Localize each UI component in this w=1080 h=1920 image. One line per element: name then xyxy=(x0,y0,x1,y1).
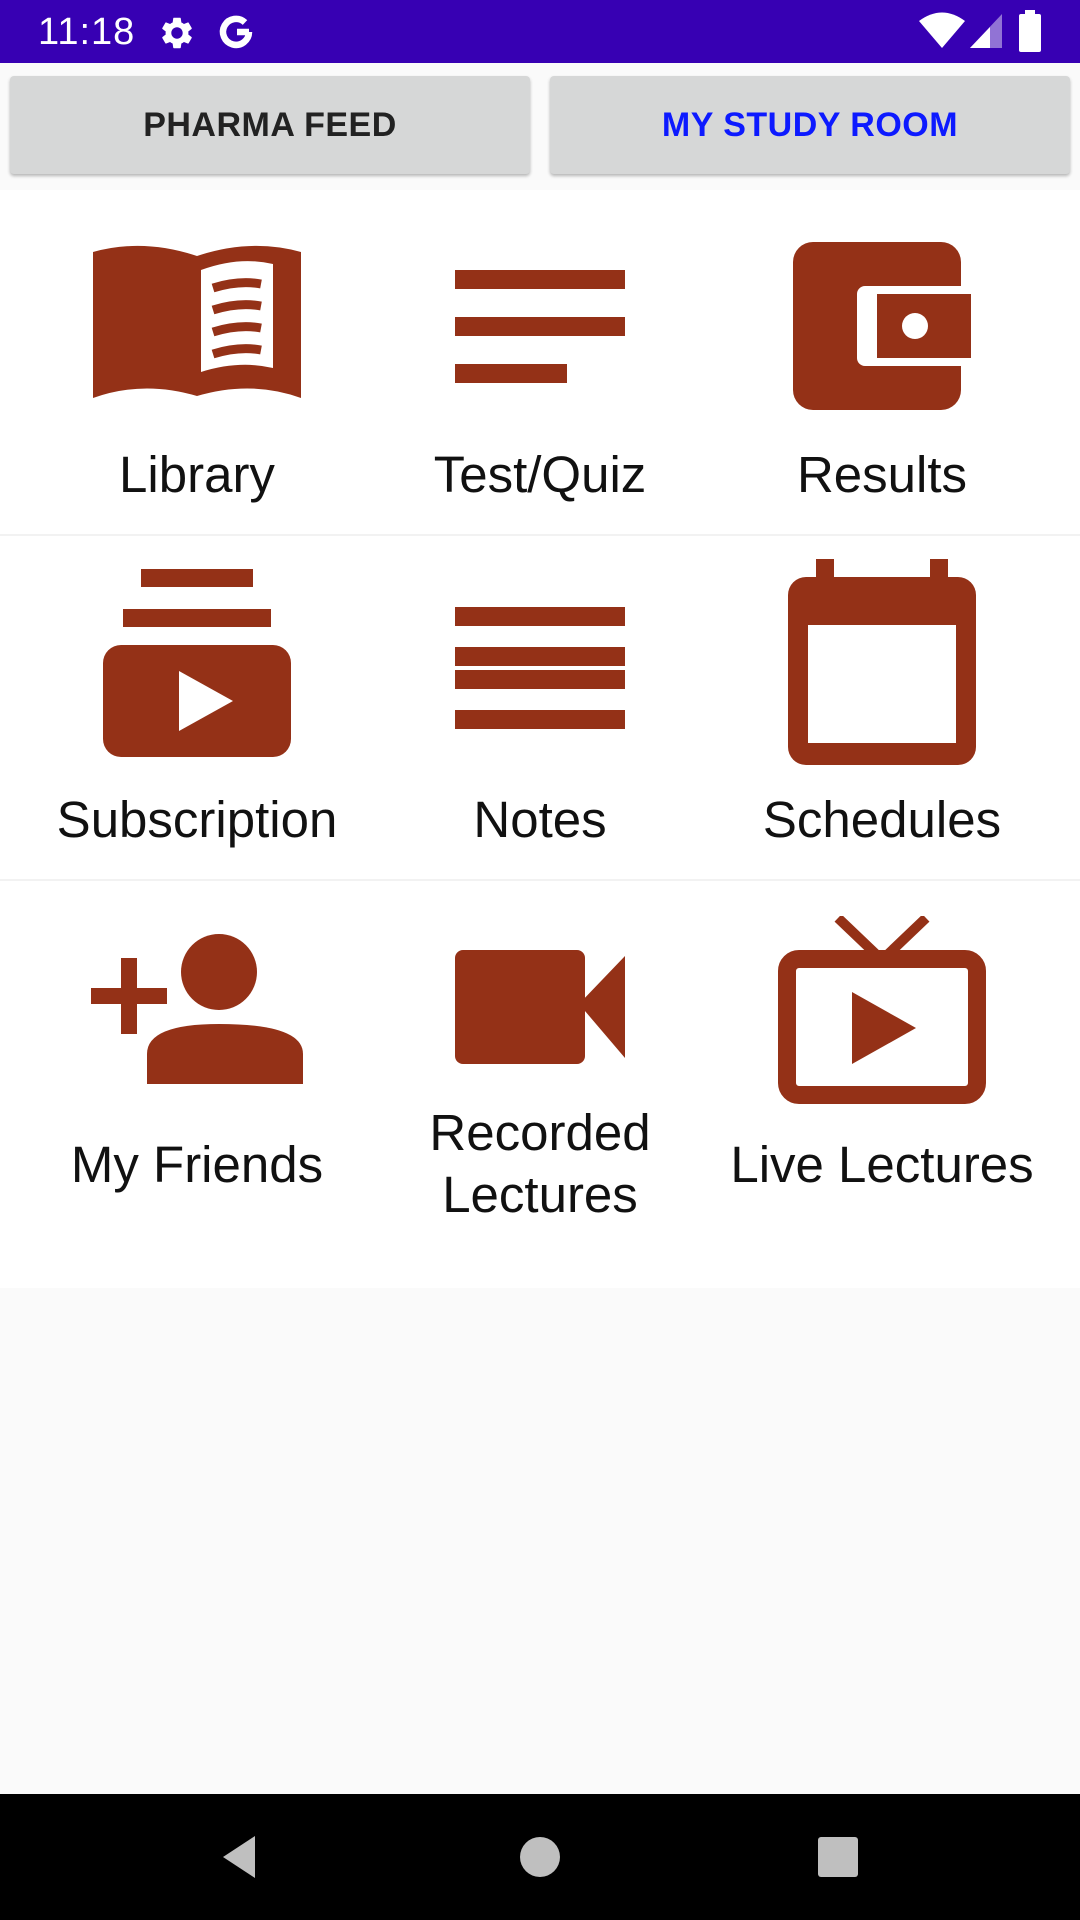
pharma-feed-button[interactable]: PHARMA FEED xyxy=(10,76,530,174)
schedules-tile[interactable]: Schedules xyxy=(711,535,1053,880)
my-study-room-button[interactable]: MY STUDY ROOM xyxy=(550,76,1070,174)
library-tile[interactable]: Library xyxy=(26,190,368,535)
tile-label: Test/Quiz xyxy=(433,446,647,503)
home-button[interactable] xyxy=(507,1824,573,1890)
tile-label: Notes xyxy=(473,791,607,848)
recents-button[interactable] xyxy=(805,1824,871,1890)
short-text-icon xyxy=(455,270,625,383)
tile-label: Recorded Lectures xyxy=(429,1104,651,1223)
back-button[interactable] xyxy=(207,1824,273,1890)
settings-icon xyxy=(162,17,192,49)
tile-label: Results xyxy=(796,446,968,503)
battery-icon xyxy=(1019,10,1041,52)
recorded-lectures-tile[interactable]: Recorded Lectures xyxy=(369,880,711,1288)
features-grid: Library Test/Quiz Results Subscription N… xyxy=(0,190,1080,1288)
notes-tile[interactable]: Notes xyxy=(369,535,711,880)
home-icon xyxy=(520,1837,560,1877)
live-tv-icon xyxy=(778,916,986,1104)
status-bar: 11:18 xyxy=(0,0,1080,63)
recents-icon xyxy=(818,1837,858,1877)
tile-label: Library xyxy=(119,446,275,503)
calendar-icon xyxy=(788,559,976,765)
results-tile[interactable]: Results xyxy=(711,190,1053,535)
back-icon xyxy=(223,1836,255,1878)
person-add-icon xyxy=(91,934,303,1084)
subscription-tile[interactable]: Subscription xyxy=(26,535,368,880)
grid-row: My Friends Recorded Lectures Live Lectur… xyxy=(0,880,1080,1288)
grid-row: Subscription Notes Schedules xyxy=(0,535,1080,880)
tile-label: My Friends xyxy=(70,1136,324,1193)
tile-label: Subscription xyxy=(56,791,338,848)
open-book-icon xyxy=(93,245,301,398)
navigation-bar xyxy=(0,1794,1080,1920)
status-time: 11:18 xyxy=(38,11,136,53)
my-friends-tile[interactable]: My Friends xyxy=(26,880,368,1288)
test-quiz-tile[interactable]: Test/Quiz xyxy=(369,190,711,535)
subscriptions-icon xyxy=(103,569,291,757)
grid-row: Library Test/Quiz Results xyxy=(0,190,1080,535)
live-lectures-tile[interactable]: Live Lectures xyxy=(711,880,1053,1288)
tile-label: Schedules xyxy=(762,791,1002,848)
videocam-icon xyxy=(455,950,625,1064)
google-icon xyxy=(219,15,253,49)
wallet-icon xyxy=(793,242,971,410)
notes-icon xyxy=(455,607,625,729)
tile-label: Live Lectures xyxy=(730,1136,1034,1193)
cellular-signal-icon xyxy=(970,14,1002,48)
wifi-icon xyxy=(919,12,965,48)
